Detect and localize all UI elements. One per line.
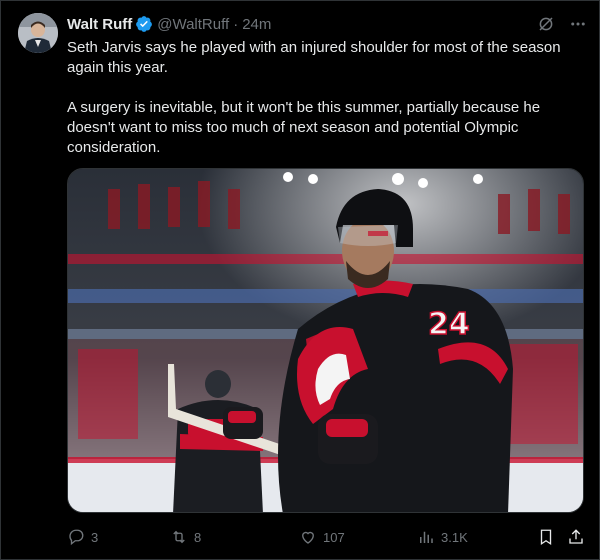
reply-count: 3 — [91, 529, 99, 545]
grok-icon[interactable] — [537, 15, 555, 33]
tweet-card: Walt Ruff @WaltRuff · 24m Seth Jarvis sa… — [0, 0, 600, 560]
tweet-text: Seth Jarvis says he played with an injur… — [67, 38, 567, 158]
jersey-number: 24 — [428, 307, 470, 342]
author-handle[interactable]: @WaltRuff — [157, 16, 229, 33]
share-button[interactable] — [567, 528, 585, 546]
repost-button[interactable]: 8 — [170, 528, 201, 546]
separator-dot: · — [233, 15, 239, 33]
repost-count: 8 — [194, 529, 202, 545]
reply-icon — [69, 529, 84, 546]
like-button[interactable]: 107 — [299, 528, 345, 546]
tweet-header: Walt Ruff @WaltRuff · 24m — [67, 13, 587, 35]
tweet-photo[interactable]: 24 — [67, 168, 584, 513]
views-icon — [420, 531, 433, 543]
bookmark-button[interactable] — [537, 528, 555, 546]
author-name[interactable]: Walt Ruff — [67, 16, 132, 33]
verified-badge-icon — [135, 15, 153, 33]
timestamp[interactable]: 24m — [242, 16, 271, 33]
like-count: 107 — [323, 529, 345, 545]
tweet-actions: 3 8 107 3.1K — [67, 525, 584, 549]
tweet-paragraph: A surgery is inevitable, but it won't be… — [67, 99, 541, 156]
heart-icon — [302, 531, 314, 544]
share-icon — [569, 529, 583, 544]
reply-button[interactable]: 3 — [67, 528, 98, 546]
repost-icon — [173, 530, 185, 544]
views-button[interactable]: 3.1K — [417, 528, 468, 546]
views-count: 3.1K — [441, 529, 468, 545]
tweet-paragraph: Seth Jarvis says he played with an injur… — [67, 39, 561, 76]
bookmark-icon — [540, 529, 552, 546]
author-avatar[interactable] — [18, 13, 58, 53]
more-icon[interactable] — [569, 15, 587, 33]
